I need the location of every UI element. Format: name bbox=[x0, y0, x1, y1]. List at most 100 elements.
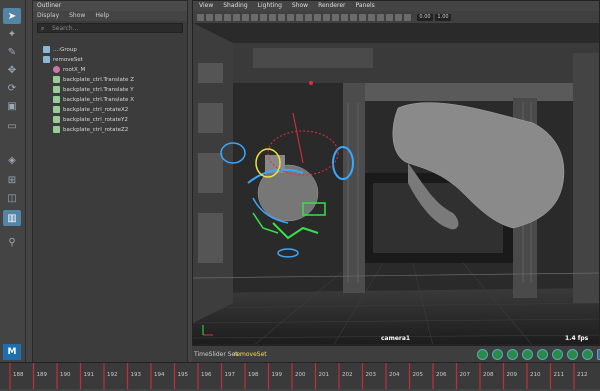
outliner-row[interactable]: backplate_ctrl.Translate Y bbox=[53, 85, 134, 95]
menu-renderer[interactable]: Renderer bbox=[318, 1, 345, 11]
textured-icon[interactable] bbox=[323, 13, 330, 21]
menu-show[interactable]: Show bbox=[69, 11, 85, 21]
layout-four-icon[interactable]: ⊞ bbox=[3, 172, 21, 188]
resolution-gate-icon[interactable] bbox=[251, 13, 258, 21]
shadows-icon[interactable] bbox=[341, 13, 348, 21]
set-icon bbox=[43, 56, 50, 63]
step-forward-icon[interactable] bbox=[552, 349, 563, 360]
timeline-tick-label: 200 bbox=[295, 372, 306, 378]
safe-title-icon[interactable] bbox=[287, 13, 294, 21]
grid-icon[interactable] bbox=[233, 13, 240, 21]
outliner-menu: Display Show Help bbox=[33, 11, 187, 21]
step-back-icon[interactable] bbox=[507, 349, 518, 360]
exposure-field[interactable]: 0.00 bbox=[417, 13, 433, 21]
attribute-icon bbox=[53, 126, 60, 133]
attribute-icon bbox=[53, 106, 60, 113]
outliner-row-label: backplate_ctrl.Translate Z bbox=[63, 77, 134, 83]
outliner-row[interactable]: backplate_ctrl_rotateY2 bbox=[53, 115, 128, 125]
timeline-tick-label: 188 bbox=[13, 372, 24, 378]
joint-icon bbox=[53, 66, 60, 73]
safe-action-icon[interactable] bbox=[278, 13, 285, 21]
isolate-icon[interactable] bbox=[377, 13, 384, 21]
timeline-tick-label: 202 bbox=[342, 372, 353, 378]
bookmark-icon[interactable] bbox=[215, 13, 222, 21]
dof-icon[interactable] bbox=[368, 13, 375, 21]
outliner-row-label: backplate_ctrl.Translate X bbox=[63, 97, 134, 103]
outliner-row-label: rootX_M bbox=[63, 67, 86, 73]
timeline-tick-label: 207 bbox=[460, 372, 471, 378]
ao-icon[interactable] bbox=[350, 13, 357, 21]
xray-joints-icon[interactable] bbox=[395, 13, 402, 21]
image-plane-icon[interactable] bbox=[224, 13, 231, 21]
outliner-row-label: backplate_ctrl_rotateX2 bbox=[63, 107, 129, 113]
menu-show[interactable]: Show bbox=[292, 1, 308, 11]
lights-icon[interactable] bbox=[332, 13, 339, 21]
play-forward-icon[interactable] bbox=[537, 349, 548, 360]
outliner-row-label: backplate_ctrl_rotateZ2 bbox=[63, 127, 129, 133]
camera-icon[interactable] bbox=[197, 13, 204, 21]
timeline-tick-label: 206 bbox=[436, 372, 447, 378]
outliner-row[interactable]: rootX_M bbox=[53, 65, 85, 75]
go-to-start-icon[interactable] bbox=[477, 349, 488, 360]
xray-comp-icon[interactable] bbox=[404, 13, 411, 21]
timeline-tick-label: 209 bbox=[507, 372, 518, 378]
attribute-icon bbox=[53, 116, 60, 123]
search-icon: ⌕ bbox=[41, 25, 45, 32]
go-to-end-icon[interactable] bbox=[582, 349, 593, 360]
timeline-tick-label: 212 bbox=[577, 372, 588, 378]
layout-persp-icon[interactable]: ◈ bbox=[3, 152, 21, 168]
outliner-row[interactable]: backplate_ctrl_rotateZ2 bbox=[53, 125, 128, 135]
timeline-ruler[interactable]: 188 189 190 191 192 193 194 195 196 197 198 199 200 2… bbox=[0, 363, 600, 389]
menu-panels[interactable]: Panels bbox=[355, 1, 374, 11]
time-slider[interactable]: 188 189 190 191 192 193 194 195 196 197 198 199 200 2… bbox=[0, 362, 600, 389]
wire-on-shaded-icon[interactable] bbox=[314, 13, 321, 21]
menu-lighting[interactable]: Lighting bbox=[258, 1, 282, 11]
paint-select-icon[interactable]: ✎ bbox=[3, 44, 21, 60]
rotate-tool-icon[interactable]: ⟳ bbox=[3, 80, 21, 96]
timeline-tick-label: 194 bbox=[154, 372, 165, 378]
play-back-icon[interactable] bbox=[522, 349, 533, 360]
outliner-row[interactable]: backplate_ctrl.Translate X bbox=[53, 95, 134, 105]
layout-two-icon[interactable]: ◫ bbox=[3, 190, 21, 206]
outliner-row[interactable]: backplate_ctrl_rotateX2 bbox=[53, 105, 128, 115]
menu-shading[interactable]: Shading bbox=[223, 1, 247, 11]
timeline-tick-label: 211 bbox=[554, 372, 565, 378]
field-chart-icon[interactable] bbox=[269, 13, 276, 21]
timeline-tick-label: 205 bbox=[413, 372, 424, 378]
search-icon[interactable]: ⚲ bbox=[3, 234, 21, 250]
layout-outliner-icon[interactable]: ▥ bbox=[3, 210, 21, 226]
timeslider-value[interactable]: removeSet bbox=[234, 351, 267, 358]
outliner-row[interactable]: removeSet bbox=[43, 55, 83, 65]
xray-icon[interactable] bbox=[386, 13, 393, 21]
smooth-shade-icon[interactable] bbox=[305, 13, 312, 21]
step-back-key-icon[interactable] bbox=[492, 349, 503, 360]
gate-mask-icon[interactable] bbox=[260, 13, 267, 21]
status-bar: TimeSlider Set : removeSet bbox=[192, 345, 600, 362]
layout-single-icon[interactable]: ▭ bbox=[3, 118, 21, 134]
menu-help[interactable]: Help bbox=[95, 11, 109, 21]
outliner-row[interactable]: backplate_ctrl.Translate Z bbox=[53, 75, 134, 85]
scene-render[interactable] bbox=[193, 23, 600, 345]
timeline-tick-label: 204 bbox=[389, 372, 400, 378]
step-forward-key-icon[interactable] bbox=[567, 349, 578, 360]
gamma-field[interactable]: 1.00 bbox=[435, 13, 451, 21]
aa-icon[interactable] bbox=[359, 13, 366, 21]
camera-attr-icon[interactable] bbox=[206, 13, 213, 21]
timeline-tick-label: 197 bbox=[225, 372, 236, 378]
film-gate-icon[interactable] bbox=[242, 13, 249, 21]
viewport-panel[interactable]: View Shading Lighting Show Renderer Pane… bbox=[192, 0, 600, 345]
lasso-tool-icon[interactable]: ✦ bbox=[3, 26, 21, 42]
wireframe-icon[interactable] bbox=[296, 13, 303, 21]
viewport-menu: View Shading Lighting Show Renderer Pane… bbox=[193, 1, 599, 11]
timeline-tick-label: 190 bbox=[60, 372, 71, 378]
outliner-title: Outliner bbox=[33, 1, 187, 11]
select-tool-icon[interactable]: ➤ bbox=[3, 8, 21, 24]
menu-display[interactable]: Display bbox=[37, 11, 59, 21]
timeline-tick-label: 199 bbox=[272, 372, 283, 378]
outliner-row[interactable]: ...:Group bbox=[43, 45, 77, 55]
scale-tool-icon[interactable]: ▣ bbox=[3, 98, 21, 114]
move-tool-icon[interactable]: ✥ bbox=[3, 62, 21, 78]
outliner-search-input[interactable]: ⌕ Search... bbox=[37, 23, 183, 33]
timeline-tick-label: 203 bbox=[366, 372, 377, 378]
menu-view[interactable]: View bbox=[199, 1, 213, 11]
